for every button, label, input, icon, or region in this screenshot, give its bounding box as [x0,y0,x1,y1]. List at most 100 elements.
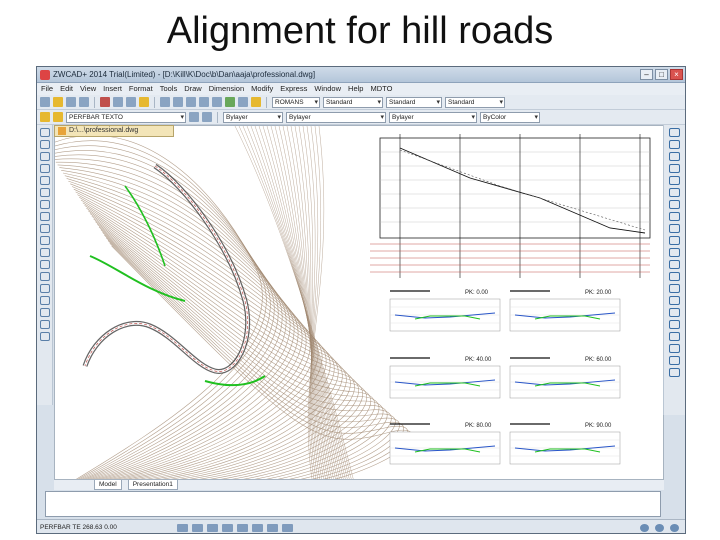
multiline-text-icon[interactable] [39,332,50,341]
join-icon[interactable] [669,272,680,281]
arc-icon[interactable] [39,188,50,197]
menu-help[interactable]: Help [348,83,363,95]
table-icon[interactable] [39,320,50,329]
dim-style-select[interactable]: Standard [323,96,383,108]
match-properties-icon[interactable] [139,97,149,107]
grid-toggle-icon[interactable] [192,524,203,532]
workspace-gear-icon[interactable] [640,524,649,532]
save-icon[interactable] [66,97,76,107]
construction-line-icon[interactable] [39,140,50,149]
point-icon[interactable] [39,272,50,281]
otrack-toggle-icon[interactable] [252,524,263,532]
extend-icon[interactable] [669,248,680,257]
copy-object-icon[interactable] [669,140,680,149]
layer-state-icon[interactable] [40,112,50,122]
insert-block-icon[interactable] [39,248,50,257]
tab-presentation1[interactable]: Presentation1 [127,480,178,490]
drawing-canvas[interactable]: PK: 0.00 PK: 20.00 PK: 40.00 PK: 60.00 PK: 8… [54,125,664,480]
menu-view[interactable]: View [80,83,96,95]
redo-icon[interactable] [173,97,183,107]
menu-modify[interactable]: Modify [251,83,273,95]
osnap-toggle-icon[interactable] [237,524,248,532]
menu-mdto[interactable]: MDTO [370,83,392,95]
undo-icon[interactable] [160,97,170,107]
maximize-button[interactable]: □ [655,69,668,80]
menu-edit[interactable]: Edit [60,83,73,95]
menu-file[interactable]: File [41,83,53,95]
new-file-icon[interactable] [40,97,50,107]
paste-icon[interactable] [126,97,136,107]
properties-icon[interactable] [225,97,235,107]
model-space-toggle-icon[interactable] [282,524,293,532]
tab-model[interactable]: Model [94,480,122,490]
scale-icon[interactable] [669,212,680,221]
polygon-icon[interactable] [39,164,50,173]
move-icon[interactable] [669,188,680,197]
explode-icon[interactable] [669,308,680,317]
zoom-window-icon[interactable] [212,97,222,107]
spline-icon[interactable] [39,224,50,233]
pan-icon[interactable] [186,97,196,107]
erase-icon[interactable] [669,128,680,137]
lock-icon[interactable] [655,524,664,532]
text-style-select[interactable]: ROMANS [272,96,320,108]
break-icon[interactable] [669,260,680,269]
trim-icon[interactable] [669,236,680,245]
clean-screen-icon[interactable] [670,524,679,532]
menu-express[interactable]: Express [280,83,307,95]
color-select[interactable]: Bylayer [223,111,283,123]
design-center-icon[interactable] [238,97,248,107]
ellipse-icon[interactable] [39,236,50,245]
snap-toggle-icon[interactable] [177,524,188,532]
stretch-icon[interactable] [669,224,680,233]
sun-icon[interactable] [53,112,63,122]
line-icon[interactable] [39,128,50,137]
chamfer-icon[interactable] [669,284,680,293]
menu-window[interactable]: Window [314,83,341,95]
mirror-icon[interactable] [669,152,680,161]
leader-icon[interactable] [669,368,680,377]
ortho-toggle-icon[interactable] [207,524,218,532]
layer-select[interactable]: PERFBAR TEXTO [66,111,186,123]
dimension-radius-icon[interactable] [669,344,680,353]
lineweight-toggle-icon[interactable] [267,524,278,532]
fillet-icon[interactable] [669,296,680,305]
make-current-layer-icon[interactable] [189,112,199,122]
minimize-button[interactable]: – [640,69,653,80]
rotate-icon[interactable] [669,200,680,209]
multileader-style-select[interactable]: Standard [445,96,505,108]
lineweight-select[interactable]: Bylayer [389,111,477,123]
region-icon[interactable] [39,308,50,317]
menu-insert[interactable]: Insert [103,83,122,95]
document-tab[interactable]: D:\...\professional.dwg [54,125,174,137]
command-line[interactable] [45,491,661,517]
menu-dimension[interactable]: Dimension [209,83,244,95]
menu-draw[interactable]: Draw [184,83,202,95]
table-style-select[interactable]: Standard [386,96,442,108]
zoom-icon[interactable] [199,97,209,107]
polyline-icon[interactable] [39,152,50,161]
rectangle-icon[interactable] [39,176,50,185]
linetype-select[interactable]: Bylayer [286,111,386,123]
layer-manager-icon[interactable] [251,97,261,107]
gradient-icon[interactable] [39,296,50,305]
array-icon[interactable] [669,176,680,185]
dimension-linear-icon[interactable] [669,320,680,329]
copy-icon[interactable] [113,97,123,107]
layer-previous-icon[interactable] [202,112,212,122]
revision-cloud-icon[interactable] [39,212,50,221]
close-button[interactable]: × [670,69,683,80]
plot-style-select[interactable]: ByColor [480,111,540,123]
polar-toggle-icon[interactable] [222,524,233,532]
hatch-icon[interactable] [39,284,50,293]
circle-icon[interactable] [39,200,50,209]
print-icon[interactable] [79,97,89,107]
menu-tools[interactable]: Tools [160,83,178,95]
dimension-angle-icon[interactable] [669,356,680,365]
menu-format[interactable]: Format [129,83,153,95]
cut-icon[interactable] [100,97,110,107]
make-block-icon[interactable] [39,260,50,269]
offset-icon[interactable] [669,164,680,173]
dimension-aligned-icon[interactable] [669,332,680,341]
open-folder-icon[interactable] [53,97,63,107]
